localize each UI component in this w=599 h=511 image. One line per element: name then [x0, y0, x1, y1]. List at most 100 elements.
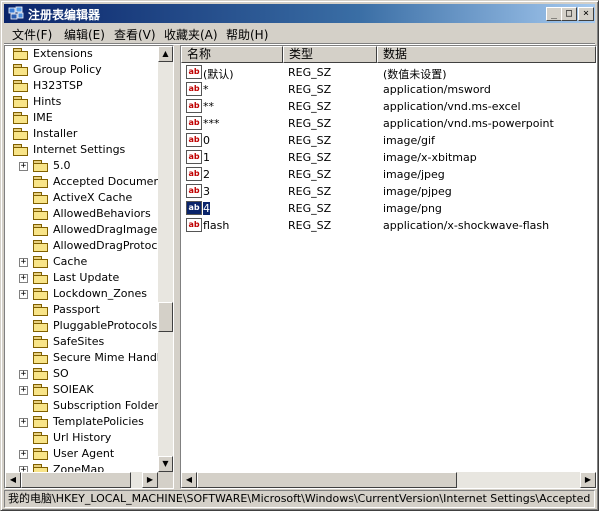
folder-icon — [33, 400, 49, 412]
title-bar[interactable]: 注册表编辑器 _ □ × — [4, 4, 595, 23]
value-row[interactable]: ab 3 REG_SZ image/pjpeg — [181, 183, 581, 200]
expand-plus-icon[interactable]: + — [19, 450, 28, 459]
folder-icon — [13, 128, 29, 140]
key-tree-pane[interactable]: Extensions Group Policy H323TSP Hints IME Ins… — [4, 45, 174, 489]
string-value-icon: ab — [186, 167, 202, 181]
folder-icon — [33, 320, 49, 332]
scroll-up-arrow-icon[interactable]: ▲ — [158, 46, 173, 62]
registry-editor-icon — [8, 6, 24, 20]
folder-icon — [33, 448, 49, 460]
tree-horizontal-scrollbar[interactable]: ◀ ▶ — [5, 472, 158, 488]
folder-icon — [13, 64, 29, 76]
value-data: application/vnd.ms-excel — [383, 100, 521, 113]
tree-item-label: Secure Mime Handlers — [53, 351, 158, 364]
expand-plus-icon[interactable]: + — [19, 258, 28, 267]
column-header-name[interactable]: 名称 — [181, 46, 283, 63]
value-row[interactable]: ab *** REG_SZ application/vnd.ms-powerpoint — [181, 115, 581, 132]
value-type: REG_SZ — [288, 117, 332, 130]
tree-item-label: Group Policy — [33, 63, 102, 76]
scroll-right-arrow-icon[interactable]: ▶ — [142, 472, 158, 488]
scroll-down-arrow-icon[interactable]: ▼ — [158, 456, 173, 472]
value-name: 4 — [203, 202, 210, 215]
folder-icon — [33, 288, 49, 300]
value-row[interactable]: ab 2 REG_SZ image/jpeg — [181, 166, 581, 183]
column-header-data[interactable]: 数据 — [377, 46, 596, 63]
folder-icon — [33, 368, 49, 380]
close-button[interactable]: × — [578, 7, 594, 21]
minimize-button[interactable]: _ — [546, 7, 562, 21]
folder-icon — [33, 384, 49, 396]
folder-icon — [33, 224, 49, 236]
value-name: flash — [203, 219, 230, 232]
key-tree: Extensions Group Policy H323TSP Hints IME Ins… — [5, 46, 158, 472]
maximize-button[interactable]: □ — [561, 7, 577, 21]
expand-plus-icon[interactable]: + — [19, 162, 28, 171]
value-data: image/jpeg — [383, 168, 445, 181]
string-value-icon: ab — [186, 133, 202, 147]
column-header-type[interactable]: 类型 — [283, 46, 377, 63]
value-row[interactable]: ab 0 REG_SZ image/gif — [181, 132, 581, 149]
folder-icon — [33, 240, 49, 252]
value-type: REG_SZ — [288, 185, 332, 198]
tree-item-label: AllowedDragProtocols — [53, 239, 158, 252]
expand-plus-icon[interactable]: + — [19, 370, 28, 379]
tree-item-label: ZoneMap — [53, 463, 105, 472]
string-value-icon: ab — [186, 150, 202, 164]
tree-item-label: Subscription Folder — [53, 399, 158, 412]
value-data: image/pjpeg — [383, 185, 452, 198]
tree-item-label: 5.0 — [53, 159, 71, 172]
values-pane[interactable]: 名称 类型 数据 ab (默认) REG_SZ (数值未设置) ab * REG_SZ app… — [180, 45, 597, 489]
folder-icon — [33, 176, 49, 188]
values-horizontal-scrollbar[interactable]: ◀ ▶ — [181, 472, 596, 488]
scroll-left-arrow-icon[interactable]: ◀ — [5, 472, 21, 488]
expand-plus-icon[interactable]: + — [19, 274, 28, 283]
folder-icon — [33, 336, 49, 348]
window-title: 注册表编辑器 — [28, 8, 101, 22]
value-row[interactable]: ab (默认) REG_SZ (数值未设置) — [181, 64, 581, 81]
value-row[interactable]: ab * REG_SZ application/msword — [181, 81, 581, 98]
menu-file[interactable]: 文件(F) — [12, 26, 52, 43]
string-value-icon: ab — [186, 82, 202, 96]
menu-edit[interactable]: 编辑(E) — [64, 26, 105, 43]
string-value-icon: ab — [186, 184, 202, 198]
expand-plus-icon[interactable]: + — [19, 418, 28, 427]
menu-help[interactable]: 帮助(H) — [226, 26, 268, 43]
string-value-icon: ab — [186, 218, 202, 232]
value-name: 3 — [203, 185, 210, 198]
values-scroll-left-arrow-icon[interactable]: ◀ — [181, 472, 197, 488]
folder-icon — [13, 144, 29, 156]
menu-view[interactable]: 查看(V) — [114, 26, 156, 43]
folder-icon — [33, 432, 49, 444]
folder-icon — [13, 48, 29, 60]
values-scroll-right-arrow-icon[interactable]: ▶ — [580, 472, 596, 488]
tree-item-label: SO — [53, 367, 69, 380]
folder-icon — [13, 80, 29, 92]
value-type: REG_SZ — [288, 151, 332, 164]
value-name: * — [203, 83, 209, 96]
value-type: REG_SZ — [288, 100, 332, 113]
tree-item-label: Passport — [53, 303, 100, 316]
value-type: REG_SZ — [288, 168, 332, 181]
tree-item-label: Installer — [33, 127, 78, 140]
tree-item-label: Last Update — [53, 271, 120, 284]
value-row[interactable]: ab ** REG_SZ application/vnd.ms-excel — [181, 98, 581, 115]
folder-icon — [33, 464, 49, 472]
tree-item-label: Url History — [53, 431, 112, 444]
value-row[interactable]: ab flash REG_SZ application/x-shockwave-fla… — [181, 217, 581, 234]
value-data: image/png — [383, 202, 442, 215]
tree-hscroll-thumb[interactable] — [21, 472, 131, 488]
value-row[interactable]: ab 4 REG_SZ image/png — [181, 200, 581, 217]
tree-vertical-scrollbar[interactable]: ▲ ▼ — [158, 46, 173, 472]
expand-plus-icon[interactable]: + — [19, 386, 28, 395]
tree-item-label: SafeSites — [53, 335, 105, 348]
tree-scroll-thumb[interactable] — [158, 302, 173, 332]
value-type: REG_SZ — [288, 134, 332, 147]
tree-item-label: AllowedDragImageExt — [53, 223, 158, 236]
value-row[interactable]: ab 1 REG_SZ image/x-xbitmap — [181, 149, 581, 166]
value-type: REG_SZ — [288, 83, 332, 96]
folder-icon — [13, 96, 29, 108]
expand-plus-icon[interactable]: + — [19, 290, 28, 299]
menu-favorites[interactable]: 收藏夹(A) — [164, 26, 218, 43]
values-hscroll-thumb[interactable] — [197, 472, 457, 488]
folder-icon — [33, 304, 49, 316]
